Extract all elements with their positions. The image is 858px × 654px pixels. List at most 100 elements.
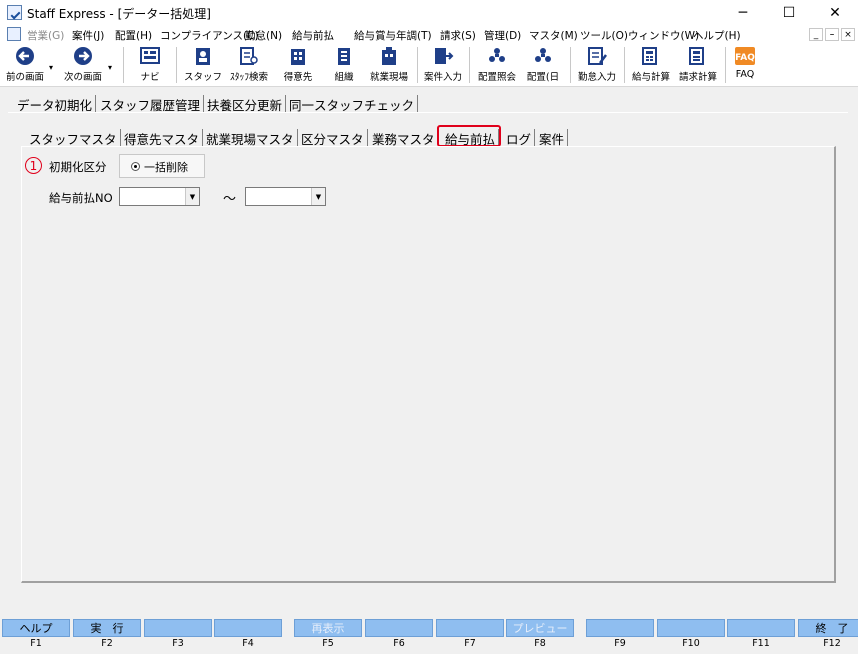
placement-daily-button[interactable]: 配置(日 [523,46,563,84]
fkey-f1-button[interactable]: ヘルプ [2,619,70,637]
menu-master[interactable]: マスタ(M) [529,28,578,43]
menu-compliance[interactable]: コンプライアンス(C) [160,28,259,43]
toolbar-separator [570,47,571,83]
staff-search-button[interactable]: ｽﾀｯﾌ検索 [226,46,272,84]
navi-button[interactable]: ナビ [134,46,166,84]
menu-kintai[interactable]: 勤怠(N) [245,28,282,43]
worksite-button[interactable]: 就業現場 [367,46,411,84]
toolbar-separator [469,47,470,83]
attendance-input-button[interactable]: 勤怠入力 [574,46,620,84]
payroll-calc-button[interactable]: 給与計算 [628,46,674,84]
close-button[interactable]: ✕ [812,0,858,25]
menu-anken[interactable]: 案件(J) [72,28,104,43]
step-marker: 1 [25,157,42,174]
app-icon [7,5,22,20]
menu-haichi[interactable]: 配置(H) [115,28,152,43]
document-icon[interactable] [7,27,21,41]
forward-dropdown-icon[interactable]: ▾ [108,63,112,72]
fkey-f10-button[interactable] [657,619,725,637]
fkey-f5-button[interactable]: 再表示 [294,619,362,637]
fkey-f2-button[interactable]: 実 行 [73,619,141,637]
billing-calc-label: 請求計算 [678,72,717,83]
staff-search-icon [238,46,260,66]
fkey-f12-button[interactable]: 終 了 [798,619,858,637]
payroll-calc-label: 給与計算 [631,72,670,83]
fkey-f2-number: F2 [101,638,113,649]
menu-maebarai[interactable]: 給与前払 [292,28,334,43]
client-button[interactable]: 得意先 [278,46,318,84]
faq-label: FAQ [735,69,755,80]
tab-task-master[interactable]: 業務マスタ [369,129,439,147]
back-button[interactable]: 前の画面 [2,46,48,84]
navi-icon [139,46,161,66]
tab-client-master[interactable]: 得意先マスタ [121,129,204,147]
tab-staff-history[interactable]: スタッフ履歴管理 [97,95,205,113]
fkey-f4-number: F4 [242,638,254,649]
fkey-f7-number: F7 [464,638,476,649]
advance-no-label: 給与前払NO [49,191,113,205]
case-input-button[interactable]: 案件入力 [421,46,465,84]
toolbar-separator [123,47,124,83]
mdi-restore-button[interactable]: ｰ [825,28,839,41]
tab-staff-master[interactable]: スタッフマスタ [26,129,121,147]
tab-duplicate-staff-check[interactable]: 同一スタッフチェック [286,95,419,113]
fkey-f3-button[interactable] [144,619,212,637]
forward-arrow-icon [72,46,94,66]
selected-tab-highlight [437,125,501,147]
menu-help[interactable]: ヘルプ(H) [693,28,741,43]
menu-eigyo[interactable]: 営業(G) [27,28,64,43]
fkey-f4-button[interactable] [214,619,282,637]
staff-button[interactable]: スタッフ [184,46,222,84]
organization-label: 組織 [334,72,354,83]
fkey-f6-button[interactable] [365,619,433,637]
range-separator: ～ [223,192,237,207]
placement-inquiry-button[interactable]: 配置照会 [474,46,520,84]
forward-button[interactable]: 次の画面 [60,46,106,84]
tab-dependent-update[interactable]: 扶養区分更新 [204,95,287,113]
fkey-f9-number: F9 [614,638,626,649]
back-dropdown-icon[interactable]: ▾ [49,63,53,72]
faq-button[interactable]: FAQ FAQ [730,46,760,84]
worksite-icon [378,46,400,66]
placement-inquiry-icon [486,46,508,66]
fkey-f11-button[interactable] [727,619,795,637]
billing-calc-button[interactable]: 請求計算 [675,46,721,84]
mdi-minimize-button[interactable]: _ [809,28,823,41]
toolbar-separator [417,47,418,83]
menu-kyuyo[interactable]: 給与賞与年調(T) [354,28,432,43]
dropdown-arrow-icon[interactable]: ▼ [185,188,199,205]
tab-case[interactable]: 案件 [536,129,569,147]
menu-seikyu[interactable]: 請求(S) [440,28,476,43]
placement-inquiry-label: 配置照会 [477,72,516,83]
fkey-f8-button[interactable]: プレビュー [506,619,574,637]
toolbar-separator [624,47,625,83]
menu-kanri[interactable]: 管理(D) [484,28,521,43]
fkey-f6-number: F6 [393,638,405,649]
back-arrow-icon [14,46,36,66]
navi-label: ナビ [140,72,160,83]
attendance-input-label: 勤怠入力 [577,72,616,83]
menu-tools[interactable]: ツール(O) [580,28,628,43]
client-label: 得意先 [283,72,313,83]
bulk-delete-label[interactable]: 一括削除 [144,159,188,175]
fkey-f9-button[interactable] [586,619,654,637]
attendance-input-icon [586,46,608,66]
mdi-close-button[interactable]: × [841,28,855,41]
toolbar-separator [725,47,726,83]
minimize-button[interactable]: ─ [720,0,766,25]
tab-category-master[interactable]: 区分マスタ [298,129,368,147]
tab-data-init[interactable]: データ初期化 [14,95,97,113]
tab-log[interactable]: ログ [503,129,536,147]
menu-window[interactable]: ウィンドウ(W) [628,28,699,43]
organization-button[interactable]: 組織 [326,46,362,84]
case-input-label: 案件入力 [423,72,462,83]
maximize-button[interactable]: ☐ [766,0,812,25]
placement-daily-icon [532,46,554,66]
dropdown-arrow-icon[interactable]: ▼ [311,188,325,205]
fkey-f7-button[interactable] [436,619,504,637]
client-icon [287,46,309,66]
bulk-delete-radio[interactable] [131,162,140,171]
tab-worksite-master[interactable]: 就業現場マスタ [203,129,298,147]
fkey-f10-number: F10 [682,638,700,649]
fkey-f1-number: F1 [30,638,42,649]
